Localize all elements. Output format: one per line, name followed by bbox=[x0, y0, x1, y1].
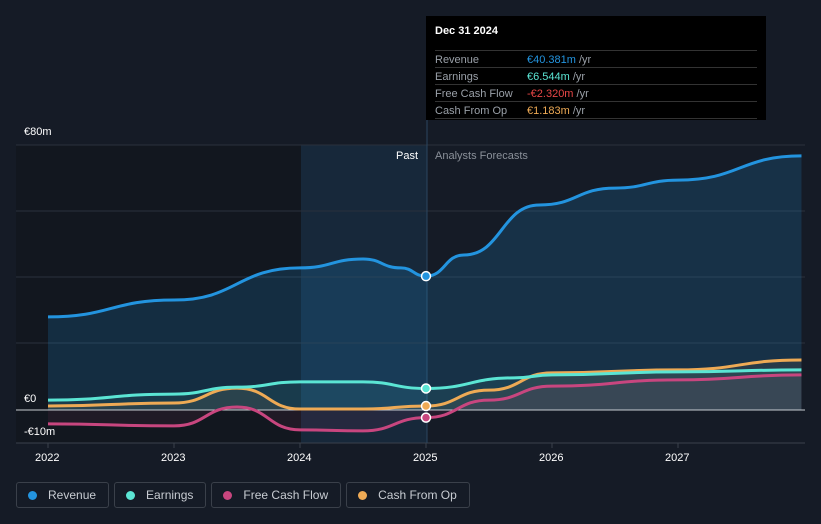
x-tick-label: 2025 bbox=[413, 452, 438, 464]
x-tick-label: 2022 bbox=[35, 452, 60, 464]
y-tick-neg10: -€10m bbox=[24, 426, 56, 438]
tooltip-value: €1.183m /yr bbox=[527, 105, 585, 117]
marker-cash-from-op[interactable] bbox=[420, 400, 432, 412]
legend-dot-icon bbox=[28, 490, 37, 500]
tooltip-value: €40.381m /yr bbox=[527, 54, 591, 66]
legend-item-revenue[interactable]: Revenue bbox=[16, 482, 110, 508]
legend-label: Revenue bbox=[48, 488, 97, 502]
tooltip-label: Free Cash Flow bbox=[435, 88, 513, 100]
tooltip-row: Revenue €40.381m /yr bbox=[435, 50, 757, 68]
tooltip-unit: /yr bbox=[569, 105, 586, 117]
x-tick-label: 2026 bbox=[539, 452, 564, 464]
x-tick-label: 2023 bbox=[161, 452, 186, 464]
tooltip-unit: /yr bbox=[569, 71, 586, 83]
tooltip-row: Earnings €6.544m /yr bbox=[435, 67, 757, 85]
y-tick-0: €0 bbox=[24, 393, 37, 405]
legend-dot-icon bbox=[126, 490, 136, 500]
tooltip-number: €1.183m bbox=[527, 105, 570, 117]
tooltip-number: -€2.320m bbox=[527, 88, 574, 100]
tooltip-row: Cash From Op €1.183m /yr bbox=[435, 101, 757, 119]
legend-dot-icon bbox=[223, 490, 233, 500]
tooltip-number: €6.544m bbox=[527, 71, 570, 83]
legend: Revenue Earnings Free Cash Flow Cash From O… bbox=[16, 482, 470, 508]
legend-item-free-cash-flow[interactable]: Free Cash Flow bbox=[211, 482, 342, 508]
tooltip-label: Earnings bbox=[435, 71, 479, 83]
tooltip-row: Free Cash Flow -€2.320m /yr bbox=[435, 84, 757, 102]
tooltip: Dec 31 2024 Revenue €40.381m /yr Earnings €… bbox=[426, 16, 766, 120]
legend-item-cash-from-op[interactable]: Cash From Op bbox=[346, 482, 470, 508]
x-tick-label: 2024 bbox=[287, 452, 312, 464]
tooltip-unit: /yr bbox=[575, 54, 592, 66]
forecast-label: Analysts Forecasts bbox=[435, 150, 528, 162]
tooltip-divider bbox=[435, 118, 757, 119]
tooltip-label: Revenue bbox=[435, 54, 480, 66]
marker-free-cash-flow[interactable] bbox=[420, 412, 432, 423]
tooltip-number: €40.381m bbox=[527, 54, 576, 66]
tooltip-date: Dec 31 2024 bbox=[435, 25, 498, 37]
tooltip-unit: /yr bbox=[573, 88, 589, 100]
tooltip-value: €6.544m /yr bbox=[527, 71, 585, 83]
tooltip-label: Cash From Op bbox=[435, 105, 508, 117]
legend-item-earnings[interactable]: Earnings bbox=[114, 482, 207, 508]
legend-label: Cash From Op bbox=[378, 488, 457, 502]
legend-dot-icon bbox=[358, 490, 368, 500]
past-label: Past bbox=[396, 150, 419, 162]
marker-earnings[interactable] bbox=[420, 383, 432, 394]
marker-revenue[interactable] bbox=[420, 270, 432, 282]
legend-label: Earnings bbox=[146, 488, 194, 502]
y-tick-80: €80m bbox=[24, 126, 52, 138]
legend-label: Free Cash Flow bbox=[243, 488, 329, 502]
x-tick-label: 2027 bbox=[665, 452, 690, 464]
tooltip-value: -€2.320m /yr bbox=[527, 88, 589, 100]
